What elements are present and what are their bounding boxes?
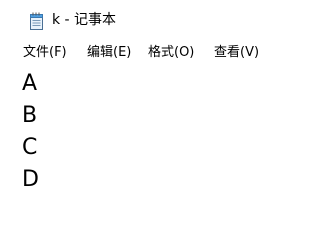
- menu-edit[interactable]: 编辑(E): [86, 44, 132, 62]
- title-bar[interactable]: k - 记事本: [0, 0, 318, 40]
- window-title: k - 记事本: [52, 12, 117, 28]
- editor-line: A: [22, 71, 38, 96]
- menu-format[interactable]: 格式(O): [147, 44, 195, 62]
- menu-file[interactable]: 文件(F): [22, 44, 68, 62]
- editor-line: D: [22, 167, 39, 192]
- text-editor-area[interactable]: A B C D: [0, 66, 318, 222]
- editor-line: C: [22, 135, 38, 160]
- editor-line: B: [22, 103, 38, 128]
- notepad-icon: [29, 11, 45, 31]
- notepad-window: k - 记事本 文件(F) 编辑(E) 格式(O) 查看(V) A B C D: [0, 0, 318, 222]
- menu-bar: 文件(F) 编辑(E) 格式(O) 查看(V): [0, 42, 318, 64]
- menu-view[interactable]: 查看(V): [213, 44, 260, 62]
